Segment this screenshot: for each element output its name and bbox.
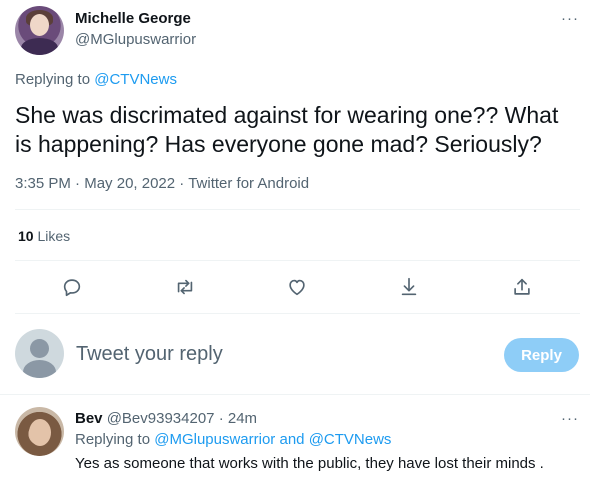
divider [15, 260, 580, 261]
author-avatar[interactable] [15, 6, 64, 55]
meta-separator: · [75, 175, 81, 192]
reply-author-avatar[interactable] [15, 407, 64, 456]
more-options-icon[interactable]: ··· [561, 10, 579, 27]
reply-author-handle[interactable]: @Bev93934207 [107, 410, 215, 427]
tweet-meta: 3:35 PM · May 20, 2022 · Twitter for And… [15, 175, 309, 192]
retweet-icon[interactable] [174, 276, 196, 298]
divider [0, 394, 590, 395]
reply-text: Yes as someone that works with the publi… [75, 455, 544, 472]
likes-label: Likes [37, 228, 71, 244]
tweet-source[interactable]: Twitter for Android [188, 175, 309, 192]
likes-count: 10 [18, 228, 34, 244]
more-options-icon[interactable]: ··· [561, 410, 579, 427]
divider [15, 313, 580, 314]
meta-separator: · [218, 410, 224, 427]
and-word: and [279, 431, 305, 448]
author-name[interactable]: Michelle George [75, 10, 191, 27]
mention-link[interactable]: @CTVNews [309, 431, 392, 448]
reply-replying-to: Replying to @MGlupuswarrior and @CTVNews [75, 431, 391, 448]
share-icon[interactable] [511, 276, 533, 298]
reply-time[interactable]: 24m [228, 410, 257, 427]
replying-prefix: Replying to [15, 71, 91, 88]
reply-icon[interactable] [61, 276, 83, 298]
meta-separator: · [179, 175, 185, 192]
reply-author-line: Bev @Bev93934207 · 24m [75, 410, 257, 427]
user-avatar [15, 329, 64, 378]
heart-icon[interactable] [286, 276, 308, 298]
replying-prefix: Replying to [75, 431, 151, 448]
tweet-text: She was discrimated against for wearing … [15, 102, 559, 157]
tweet-date[interactable]: May 20, 2022 [84, 175, 175, 192]
reply-author-name[interactable]: Bev [75, 410, 103, 427]
tweet-time[interactable]: 3:35 PM [15, 175, 71, 192]
replying-to: Replying to @CTVNews [15, 71, 177, 88]
mention-link[interactable]: @MGlupuswarrior [154, 431, 275, 448]
reply-button[interactable]: Reply [504, 338, 579, 372]
bookmark-icon[interactable] [398, 276, 420, 298]
author-handle[interactable]: @MGlupuswarrior [75, 31, 196, 48]
divider [15, 209, 580, 210]
reply-input[interactable]: Tweet your reply [76, 343, 223, 366]
mention-link[interactable]: @CTVNews [94, 71, 177, 88]
likes-stat[interactable]: 10 Likes [18, 228, 70, 244]
